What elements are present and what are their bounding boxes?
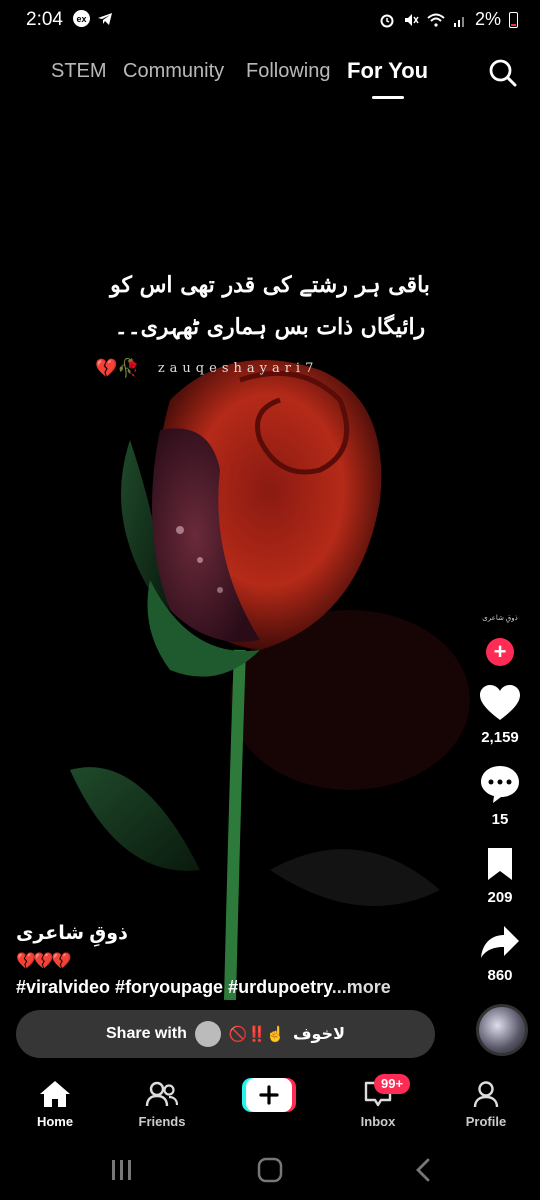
battery-icon [509,11,518,28]
friends-icon [145,1081,179,1107]
save-button[interactable]: 209 [460,846,540,906]
alarm-icon [380,14,394,27]
nav-profile-label: Profile [465,1114,507,1129]
nav-home[interactable]: Home [10,1080,100,1129]
more-link[interactable]: ...more [332,977,391,997]
comment-count: 15 [491,811,509,828]
bottom-nav: Home Friends Inbox 99+ Profile [0,1070,540,1140]
nav-profile[interactable]: Profile [441,1080,531,1129]
poetry-overlay: باقی ہر رشتے کی قدر تھی اس کو رائیگاں ذا… [0,272,540,356]
profile-icon [473,1081,499,1108]
caption-emojis: 💔💔💔 [16,953,72,970]
status-bar: 2:04 ex 2% [0,0,540,40]
search-icon[interactable] [488,58,518,88]
nav-friends[interactable]: Friends [117,1080,207,1129]
creator-username[interactable]: ذوقِ شاعری [16,922,456,945]
caption-hashtags[interactable]: #viralvideo #foryoupage #urdupoetry...mo… [16,977,456,998]
creator-avatar-text: ذوقِ شاعری [482,615,518,622]
comment-button[interactable]: 15 [460,764,540,828]
nav-friends-label: Friends [138,1114,186,1129]
like-count: 2,159 [481,729,519,746]
home-system-icon[interactable] [257,1157,283,1183]
video-caption: ذوقِ شاعری 💔💔💔 #viralvideo #foryoupage #… [16,922,456,998]
battery-percent: 2% [474,9,501,29]
tab-community[interactable]: Community [123,60,224,83]
tab-for-you[interactable]: For You [347,58,428,84]
contact-emojis: 🚫‼️☝️ [228,1026,285,1043]
bookmark-icon [488,848,512,880]
nav-home-label: Home [36,1114,74,1129]
feed-tabs: STEM Community Following For You [0,58,540,98]
nav-inbox-label: Inbox [360,1114,396,1129]
music-disc[interactable] [476,1004,528,1056]
telegram-icon [98,12,112,25]
share-arrow-icon [481,926,519,958]
follow-button[interactable]: + [486,638,514,666]
hashtag-text[interactable]: #viralvideo #foryoupage #urdupoetry [16,977,332,997]
save-count: 209 [487,889,513,906]
system-nav-bar [112,1157,430,1183]
wifi-icon [427,13,445,27]
contact-name: لاخوف [292,1026,345,1043]
tab-following[interactable]: Following [246,60,330,83]
active-tab-indicator [372,96,404,99]
poetry-line-2: رائیگاں ذات بس ہماری ٹھہری۔۔ [114,314,426,340]
signal-icon [453,16,464,27]
comment-icon [481,766,519,803]
contact-avatar [194,1021,221,1047]
watermark-row: 💔🥀 zauqeshayari7 [95,358,318,379]
share-with-bar[interactable]: Share with 🚫‼️☝️ لاخوف [16,1010,435,1058]
heart-icon [480,685,520,720]
share-with-label: Share with [106,1025,187,1042]
mute-icon [404,13,419,26]
share-button[interactable]: 860 [460,924,540,984]
like-button[interactable]: 2,159 [460,684,540,746]
home-icon [40,1081,70,1107]
broken-heart-rose-icons: 💔🥀 [95,358,140,378]
tab-stem[interactable]: STEM [51,60,107,83]
create-plus-icon[interactable] [242,1078,296,1112]
recents-icon[interactable] [112,1160,131,1180]
ex-app-icon: ex [73,10,90,27]
status-time: 2:04 [26,9,63,30]
share-count: 860 [487,967,513,984]
back-icon[interactable] [416,1158,430,1182]
watermark-text: zauqeshayari7 [157,361,319,376]
inbox-badge: 99+ [374,1074,411,1094]
poetry-line-1: باقی ہر رشتے کی قدر تھی اس کو [110,272,430,298]
